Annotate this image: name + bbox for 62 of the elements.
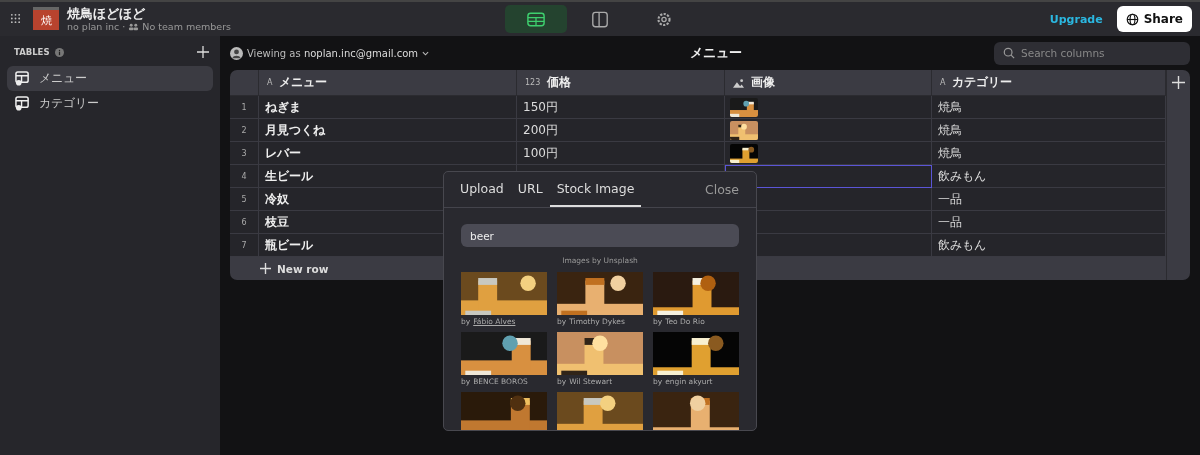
close-button[interactable]: Close	[696, 172, 747, 207]
add-column-icon[interactable]	[1172, 76, 1185, 89]
team-status: No team members	[142, 21, 231, 33]
table-cell: ねぎま	[265, 98, 301, 116]
table-cell: 冷奴	[265, 190, 289, 208]
org-name: no plan inc	[67, 21, 120, 33]
split-panel-icon[interactable]	[591, 10, 609, 28]
table-cell: 瓶ビール	[265, 236, 313, 254]
table-cell: 100円	[523, 144, 558, 162]
image-icon	[733, 77, 744, 88]
table-cell: 一品	[938, 190, 962, 208]
table-cell: 生ビール	[265, 167, 313, 185]
share-button[interactable]: Share	[1116, 6, 1192, 32]
table-icon[interactable]	[527, 10, 545, 28]
app-title: 焼鳥ほどほど	[67, 5, 146, 22]
info-icon[interactable]	[54, 47, 64, 57]
row-number: 5	[241, 194, 247, 204]
table-cell: 枝豆	[265, 213, 289, 231]
table-item[interactable]: カテゴリー	[7, 91, 213, 116]
row-number: 6	[241, 217, 247, 227]
viewer-label[interactable]: Viewing as noplan.inc@gmail.com	[247, 47, 419, 59]
search-field[interactable]: Search columns	[994, 41, 1190, 65]
table-cell: 飲みもん	[938, 167, 986, 185]
image-cell[interactable]	[725, 96, 932, 119]
table-cell: 焼鳥	[938, 98, 962, 116]
table-icon[interactable]	[15, 96, 30, 111]
row-number: 2	[241, 125, 247, 135]
settings-icon[interactable]	[655, 10, 673, 28]
row-number: 3	[241, 148, 247, 158]
dialog-tab[interactable]: URL	[510, 172, 550, 207]
table-cell: 150円	[523, 98, 558, 116]
table-cell: 焼鳥	[938, 144, 962, 162]
row-number: 4	[241, 171, 247, 181]
table-cell: 飲みもん	[938, 236, 986, 254]
apps-grid-icon[interactable]	[10, 13, 21, 25]
table-cell: 200円	[523, 121, 558, 139]
table-cell: 焼鳥	[938, 121, 962, 139]
table-icon[interactable]	[15, 71, 30, 86]
table-view-tab[interactable]	[505, 5, 567, 33]
upgrade-link[interactable]: Upgrade	[1049, 12, 1103, 26]
dialog-tab[interactable]: Upload	[453, 172, 511, 207]
people-icon	[128, 22, 140, 31]
table-cell: レバー	[265, 144, 301, 162]
table-cell: 月見つくね	[265, 121, 325, 139]
app-logo: 焼	[33, 7, 59, 31]
separator: ·	[122, 21, 126, 33]
table-title: メニュー	[690, 44, 742, 62]
row-number: 1	[241, 102, 247, 112]
table-cell: 一品	[938, 213, 962, 231]
avatar-icon	[230, 46, 243, 60]
add-table-icon[interactable]	[197, 46, 209, 58]
new-row-button[interactable]: New row	[260, 262, 329, 275]
row-number: 7	[241, 240, 247, 250]
table-item[interactable]: メニュー	[7, 66, 213, 91]
globe-icon[interactable]	[1125, 12, 1139, 26]
chevron-down-icon[interactable]	[422, 50, 430, 56]
image-cell[interactable]	[725, 119, 932, 142]
plus-icon[interactable]	[260, 263, 271, 274]
section-heading: TABLES	[14, 47, 50, 57]
dialog-tab[interactable]: Stock Image	[549, 172, 642, 207]
image-cell[interactable]	[725, 142, 932, 165]
search-field[interactable]: beer	[461, 224, 739, 247]
